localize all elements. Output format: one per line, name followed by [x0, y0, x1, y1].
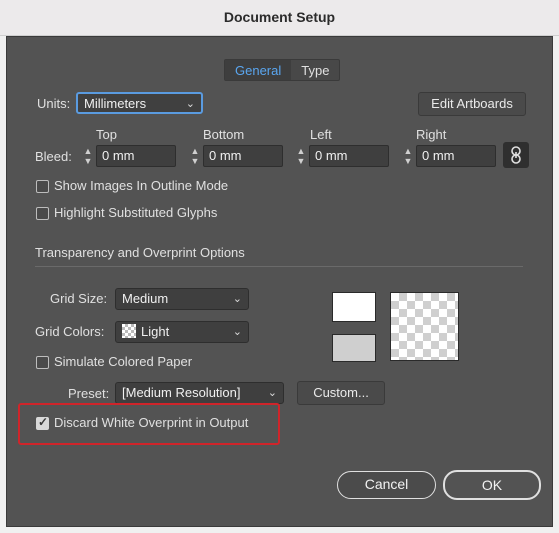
simulate-paper-label: Simulate Colored Paper: [54, 354, 193, 369]
highlight-glyphs-label: Highlight Substituted Glyphs: [54, 205, 218, 220]
grid-size-label: Grid Size:: [50, 291, 108, 306]
grid-color-swatch-dark[interactable]: [332, 334, 376, 362]
grid-size-value: Medium: [122, 291, 169, 306]
bleed-left-field[interactable]: 0 mm: [309, 145, 389, 167]
chevron-down-icon: ⌄: [232, 293, 242, 305]
stepper-icon[interactable]: ▲ ▼: [188, 146, 202, 168]
grid-colors-select[interactable]: Light ⌄: [115, 321, 249, 343]
bleed-col-bottom: Bottom: [203, 127, 245, 142]
window-title: Document Setup: [223, 9, 336, 25]
ok-button[interactable]: OK: [443, 470, 541, 500]
units-value: Millimeters: [84, 96, 147, 111]
units-select[interactable]: Millimeters ⌄: [76, 92, 203, 114]
preset-value: [Medium Resolution]: [122, 385, 241, 400]
chevron-down-icon: ⌄: [232, 326, 242, 338]
transparency-section-title: Transparency and Overprint Options: [35, 245, 245, 260]
preset-label: Preset:: [68, 386, 110, 401]
preset-select[interactable]: [Medium Resolution] ⌄: [115, 382, 284, 404]
tab-general[interactable]: General: [225, 60, 292, 80]
bleed-col-right: Right: [416, 127, 447, 142]
show-images-outline-label: Show Images In Outline Mode: [54, 178, 229, 193]
units-label: Units:: [37, 96, 71, 111]
discard-white-label: Discard White Overprint in Output: [54, 415, 249, 430]
stepper-icon[interactable]: ▲ ▼: [294, 146, 308, 168]
bleed-label: Bleed:: [35, 149, 72, 164]
checker-swatch-icon: [122, 324, 136, 338]
edit-artboards-button[interactable]: Edit Artboards: [418, 92, 526, 116]
stepper-icon[interactable]: ▲ ▼: [401, 146, 415, 168]
bleed-top-field[interactable]: 0 mm: [96, 145, 176, 167]
document-setup-dialog: General Type Units: Millimeters ⌄ Edit A…: [6, 36, 553, 527]
bleed-col-top: Top: [96, 127, 117, 142]
stepper-icon[interactable]: ▲ ▼: [81, 146, 95, 168]
bleed-right-field[interactable]: 0 mm: [416, 145, 496, 167]
grid-color-swatch-light[interactable]: [332, 292, 376, 322]
discard-white-checkbox[interactable]: [36, 415, 49, 430]
bleed-col-left: Left: [310, 127, 332, 142]
custom-button[interactable]: Custom...: [297, 381, 385, 405]
grid-size-select[interactable]: Medium ⌄: [115, 288, 249, 310]
chevron-down-icon: ⌄: [267, 387, 277, 399]
show-images-outline-checkbox[interactable]: [36, 180, 49, 193]
chain-link-icon[interactable]: [503, 142, 529, 168]
highlight-glyphs-checkbox[interactable]: [36, 207, 49, 220]
grid-preview: [390, 292, 459, 361]
tab-bar: General Type: [224, 59, 341, 81]
title-bar: Document Setup: [0, 0, 559, 36]
grid-colors-label: Grid Colors:: [35, 324, 105, 339]
grid-colors-value: Light: [141, 324, 170, 339]
section-divider: [35, 266, 523, 267]
simulate-paper-checkbox[interactable]: [36, 356, 49, 369]
chevron-down-icon: ⌄: [185, 98, 195, 110]
bleed-bottom-field[interactable]: 0 mm: [203, 145, 283, 167]
cancel-button[interactable]: Cancel: [337, 471, 436, 499]
tab-type[interactable]: Type: [291, 60, 339, 80]
